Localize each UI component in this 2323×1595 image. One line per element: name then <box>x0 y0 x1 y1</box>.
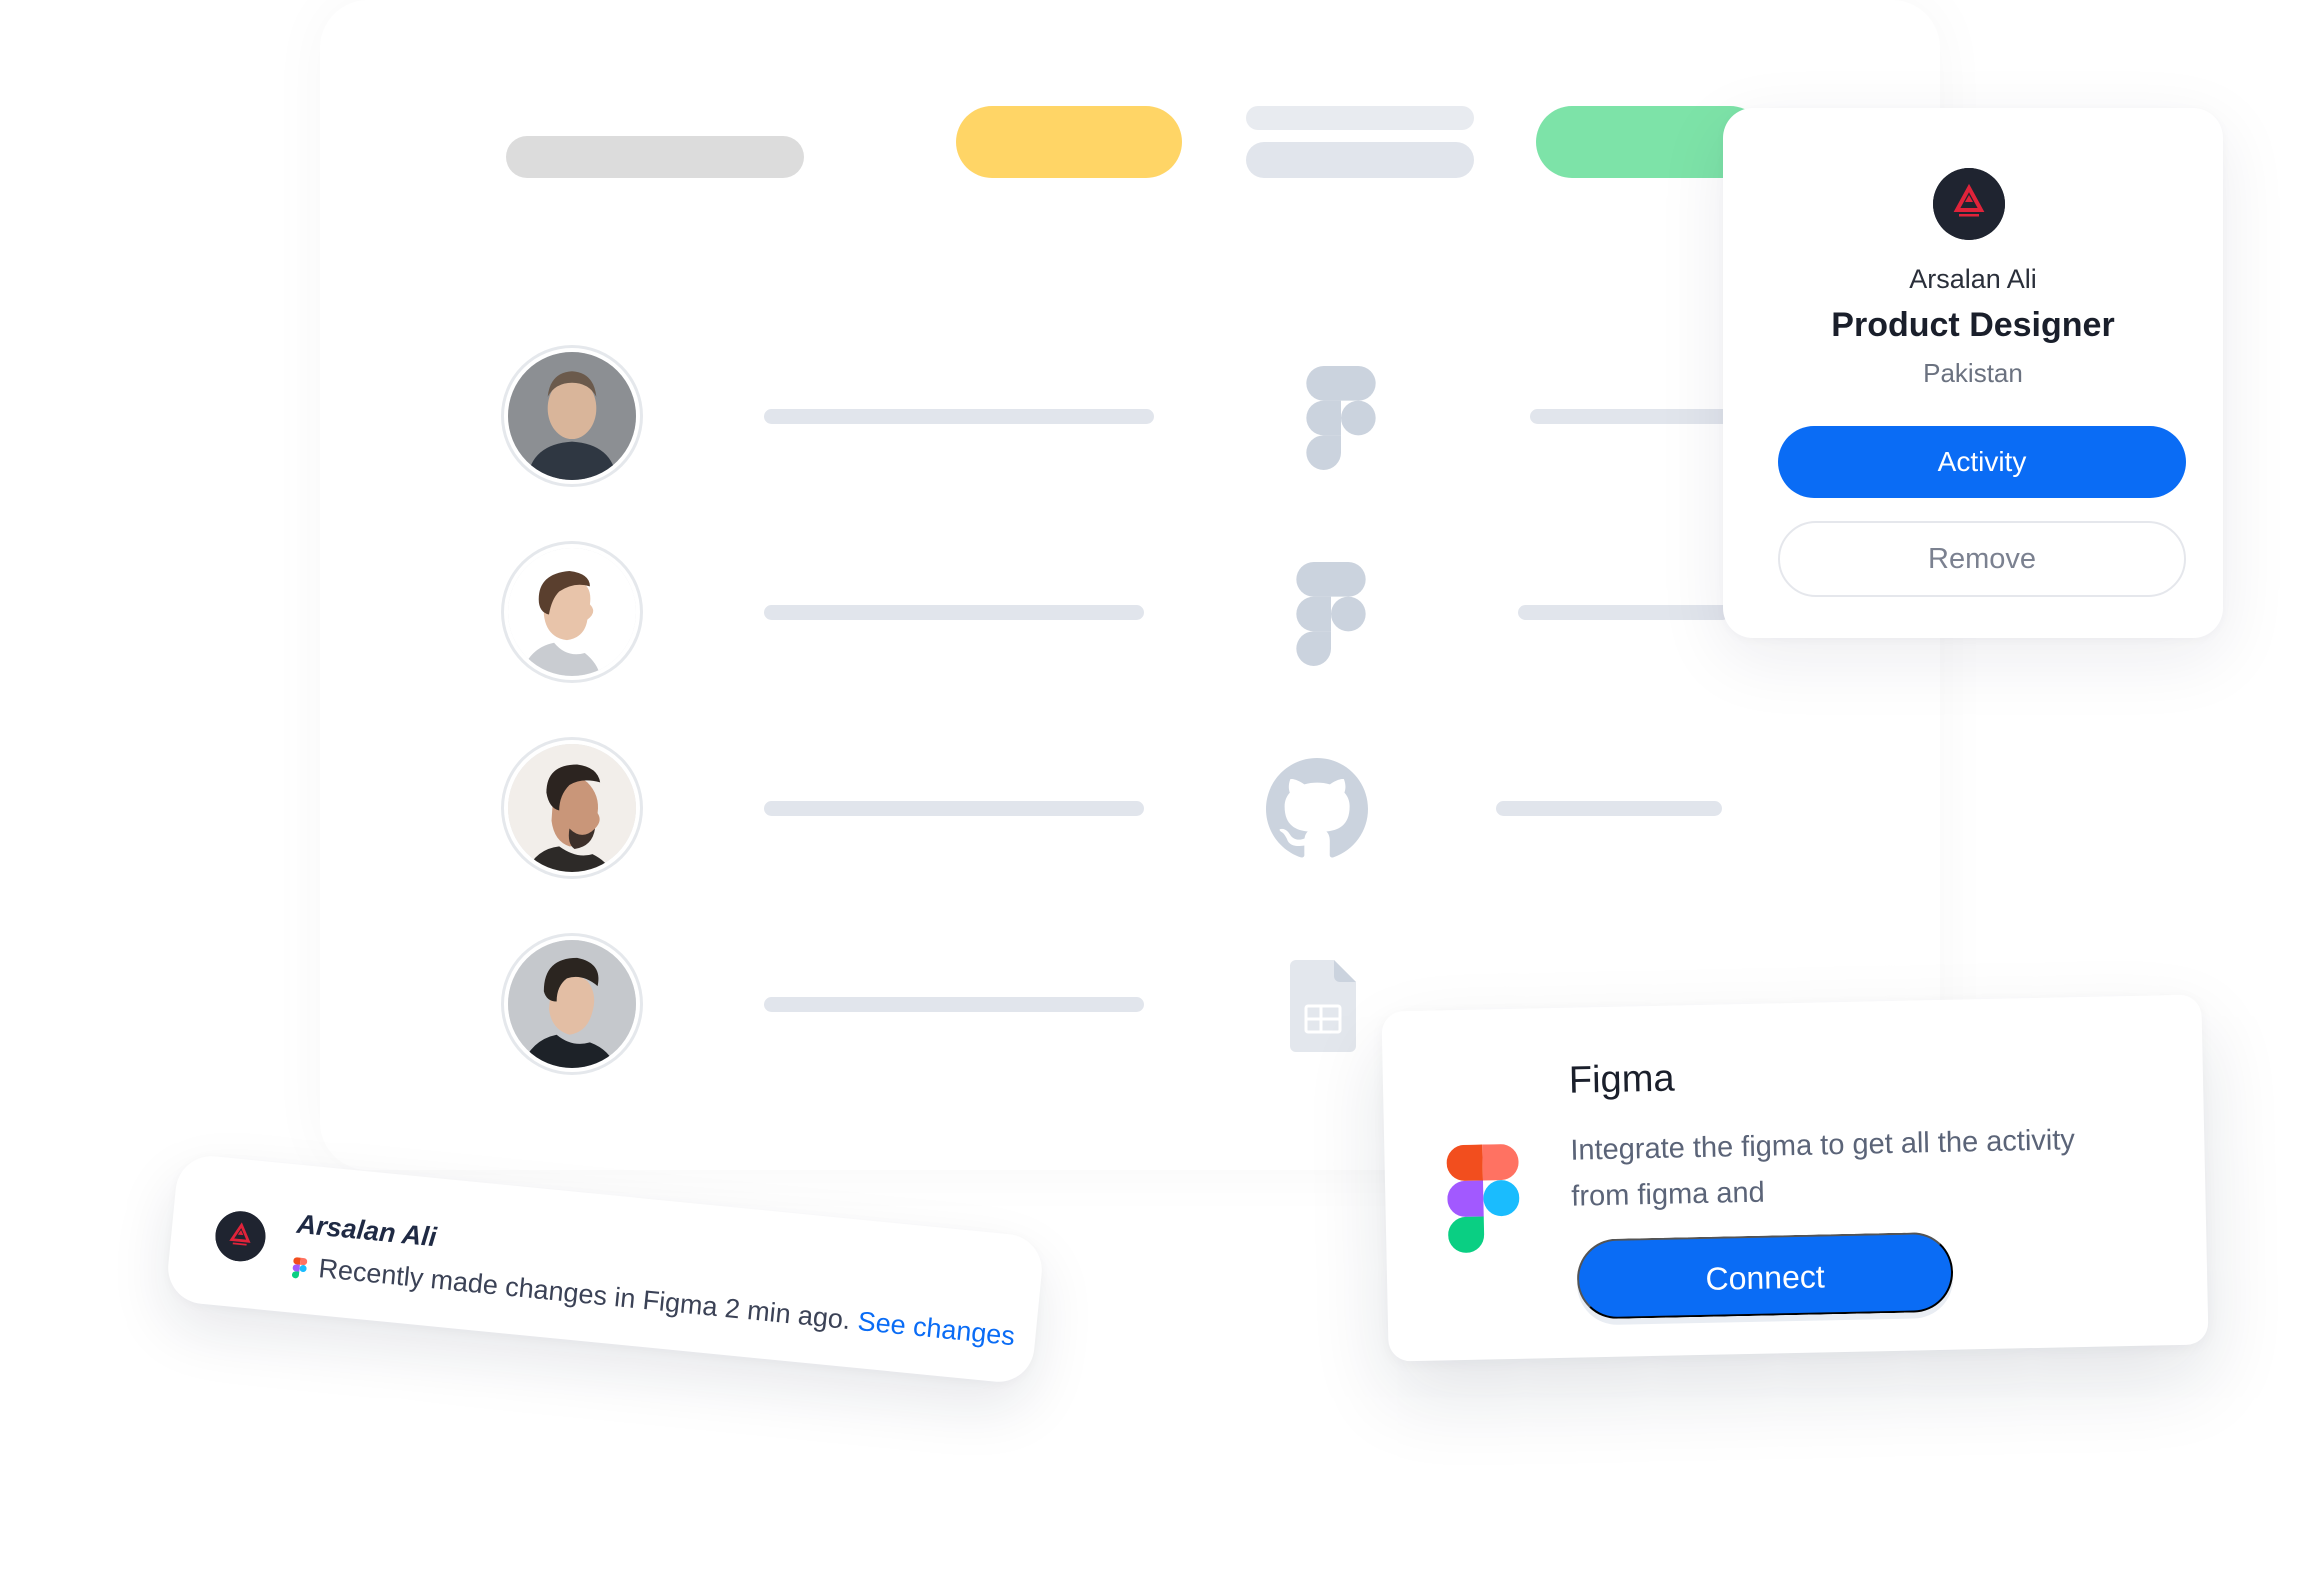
profile-name: Arsalan Ali <box>1909 264 2037 294</box>
row-text-placeholder <box>1530 409 1730 424</box>
figma-logo-icon <box>1446 1144 1520 1253</box>
row-text-placeholder <box>764 605 1144 620</box>
header-text-placeholder-bottom <box>1246 142 1474 178</box>
integration-title: Figma <box>1568 1057 1675 1102</box>
profile-card: Arsalan Ali Product Designer Pakistan Ac… <box>1723 108 2223 638</box>
github-icon <box>1266 758 1368 860</box>
header-title-placeholder <box>506 136 804 178</box>
remove-button[interactable]: Remove <box>1778 521 2186 597</box>
row-text-placeholder <box>764 409 1154 424</box>
connect-button[interactable]: Connect <box>1576 1231 1954 1320</box>
figma-integration-card: Figma Integrate the figma to get all the… <box>1381 994 2209 1362</box>
person-avatar <box>508 548 636 676</box>
row-text-placeholder <box>764 801 1144 816</box>
row-text-placeholder <box>1496 801 1722 816</box>
person-avatar <box>508 940 636 1068</box>
notification-user-name: Arsalan Ali <box>295 1208 438 1253</box>
avatar[interactable] <box>504 740 640 876</box>
activity-button[interactable]: Activity <box>1778 426 2186 498</box>
profile-country: Pakistan <box>1923 358 2023 388</box>
person-avatar <box>508 352 636 480</box>
header-text-placeholder-top <box>1246 106 1474 130</box>
integration-description: Integrate the figma to get all the activ… <box>1570 1124 2076 1213</box>
notification-message-text: Recently made changes in Figma 2 min ago… <box>317 1253 852 1336</box>
profile-role: Product Designer <box>1831 306 2115 344</box>
avatar[interactable] <box>504 348 640 484</box>
figma-icon <box>291 1257 308 1279</box>
figma-icon <box>1296 562 1366 666</box>
avatar[interactable] <box>504 936 640 1072</box>
row-text-placeholder <box>1518 605 1730 620</box>
notification-message: Recently made changes in Figma 2 min ago… <box>317 1253 1016 1352</box>
figma-icon <box>1306 366 1376 470</box>
google-sheets-icon <box>1290 960 1356 1052</box>
company-logo-icon <box>213 1208 268 1264</box>
see-changes-link[interactable]: See changes <box>856 1306 1016 1351</box>
person-avatar <box>508 744 636 872</box>
activity-notification[interactable]: Arsalan Ali Recently made changes in Fig… <box>164 1152 1046 1386</box>
avatar[interactable] <box>504 544 640 680</box>
row-text-placeholder <box>764 997 1144 1012</box>
yellow-status-pill[interactable] <box>956 106 1182 178</box>
company-logo-icon <box>1933 168 2005 240</box>
